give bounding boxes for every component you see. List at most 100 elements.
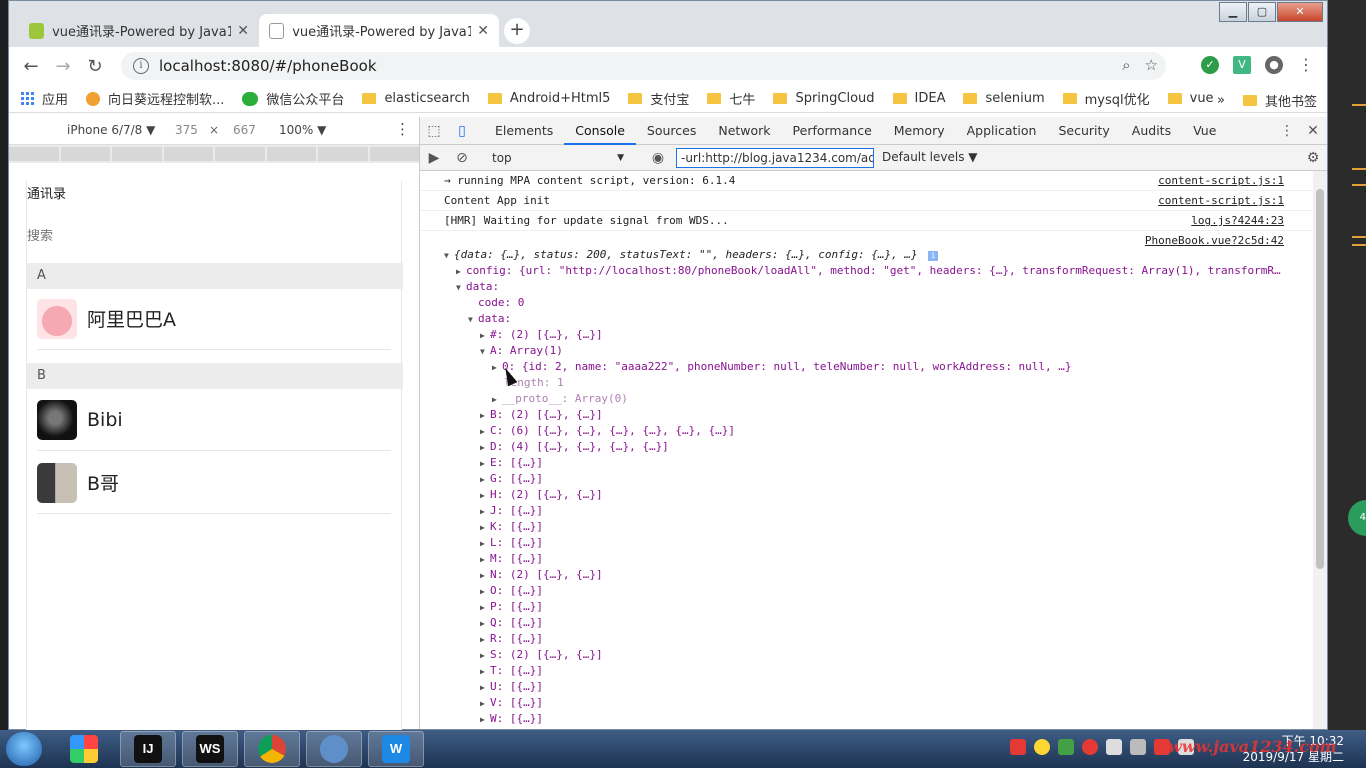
settings-gear-icon[interactable]: ⚙ bbox=[1299, 150, 1327, 166]
tab-elements[interactable]: Elements bbox=[484, 117, 564, 145]
tab-memory[interactable]: Memory bbox=[883, 117, 956, 145]
device-model-select[interactable]: iPhone 6/7/8 ▼ bbox=[67, 123, 155, 137]
bookmark-folder[interactable]: mysql优化 bbox=[1062, 89, 1150, 108]
antivirus-icon[interactable] bbox=[1082, 739, 1098, 755]
clear-console-icon[interactable]: ⊘ bbox=[448, 150, 476, 166]
display-icon[interactable] bbox=[1130, 739, 1146, 755]
tab-vue[interactable]: Vue bbox=[1182, 117, 1227, 145]
device-height[interactable]: 667 bbox=[233, 123, 256, 137]
object-letter-group[interactable]: ▶ M: [{…}] bbox=[480, 551, 543, 567]
zoom-select[interactable]: 100% ▼ bbox=[279, 123, 326, 137]
taskbar-app-webstorm[interactable]: WS bbox=[182, 731, 238, 767]
context-select[interactable]: top ▼ bbox=[492, 148, 624, 168]
bookmark-apps[interactable]: 应用 bbox=[21, 89, 68, 108]
browser-tab-1[interactable]: vue通讯录-Powered by Java12 ✕ bbox=[19, 14, 259, 47]
close-tab-icon[interactable]: ✕ bbox=[237, 23, 249, 39]
start-button[interactable] bbox=[6, 732, 42, 766]
object-letter-group[interactable]: ▶ W: [{…}] bbox=[480, 711, 543, 727]
contact-item[interactable]: Bibi bbox=[37, 389, 391, 451]
reload-icon[interactable]: ↻ bbox=[79, 56, 111, 77]
bookmark-item[interactable]: 向日葵远程控制软... bbox=[86, 89, 224, 108]
device-toggle-icon[interactable]: ▯ bbox=[448, 123, 476, 139]
tab-audits[interactable]: Audits bbox=[1121, 117, 1182, 145]
bookmark-folder[interactable]: vue bbox=[1167, 91, 1214, 106]
object-a-proto[interactable]: ▶ __proto__: Array(0) bbox=[492, 391, 628, 407]
contact-item[interactable]: 阿里巴巴A bbox=[37, 288, 391, 350]
network-icon[interactable] bbox=[1106, 739, 1122, 755]
object-letter-group[interactable]: ▶ S: (2) [{…}, {…}] bbox=[480, 647, 603, 663]
object-key-a[interactable]: ▼ A: Array(1) bbox=[480, 343, 563, 359]
object-letter-group[interactable]: ▶ O: [{…}] bbox=[480, 583, 543, 599]
taskbar-app-dolphin[interactable] bbox=[306, 731, 362, 767]
profile-avatar-icon[interactable]: ● bbox=[1265, 56, 1283, 74]
object-letter-group[interactable]: ▶ C: (6) [{…}, {…}, {…}, {…}, {…}, {…}] bbox=[480, 423, 735, 439]
object-a-0[interactable]: ▶ 0: {id: 2, name: "aaaa222", phoneNumber… bbox=[492, 359, 1072, 375]
source-link[interactable]: log.js?4244:23 bbox=[1191, 211, 1284, 231]
object-letter-group[interactable]: ▶ Q: [{…}] bbox=[480, 615, 543, 631]
bookmark-folder[interactable]: IDEA bbox=[892, 91, 945, 106]
other-bookmarks[interactable]: 其他书签 bbox=[1265, 91, 1317, 110]
bookmark-folder[interactable]: elasticsearch bbox=[362, 91, 470, 106]
object-letter-group[interactable]: ▶ V: [{…}] bbox=[480, 695, 543, 711]
tab-security[interactable]: Security bbox=[1047, 117, 1120, 145]
inspect-element-icon[interactable]: ⬚ bbox=[420, 123, 448, 139]
source-link[interactable]: content-script.js:1 bbox=[1158, 171, 1284, 191]
source-link[interactable]: content-script.js:1 bbox=[1158, 191, 1284, 211]
log-levels-select[interactable]: Default levels ▼ bbox=[882, 150, 978, 164]
tab-application[interactable]: Application bbox=[956, 117, 1048, 145]
vue-devtools-icon[interactable]: V bbox=[1233, 56, 1251, 74]
browser-tab-2[interactable]: vue通讯录-Powered by Java12 ✕ bbox=[259, 14, 499, 47]
sidebar-toggle-icon[interactable]: ▶ bbox=[420, 150, 448, 166]
console-filter-input[interactable] bbox=[676, 148, 874, 168]
object-letter-group[interactable]: ▶ P: [{…}] bbox=[480, 599, 543, 615]
close-devtools-icon[interactable]: ✕ bbox=[1299, 123, 1327, 139]
device-menu-icon[interactable]: ⋮ bbox=[395, 120, 410, 138]
address-bar[interactable]: i localhost:8080/#/phoneBook ⌕ ☆ bbox=[121, 52, 1166, 80]
maximize-button[interactable]: ▢ bbox=[1248, 2, 1276, 22]
taskbar-app-colorful[interactable] bbox=[56, 731, 112, 767]
bookmark-item[interactable]: 微信公众平台 bbox=[242, 89, 344, 108]
object-inner-data[interactable]: ▼ data: bbox=[468, 311, 511, 327]
object-letter-group[interactable]: ▶ B: (2) [{…}, {…}] bbox=[480, 407, 603, 423]
tab-network[interactable]: Network bbox=[707, 117, 781, 145]
object-letter-group[interactable]: ▶ G: [{…}] bbox=[480, 471, 543, 487]
eye-icon[interactable]: ◉ bbox=[644, 150, 672, 166]
object-letter-group[interactable]: ▶ E: [{…}] bbox=[480, 455, 543, 471]
bookmark-folder[interactable]: 七牛 bbox=[707, 89, 755, 108]
source-link[interactable]: PhoneBook.vue?2c5d:42 bbox=[1145, 231, 1284, 251]
devtools-menu-icon[interactable]: ⋮ bbox=[1273, 123, 1301, 139]
object-root[interactable]: ▼ {data: {…}, status: 200, statusText: ""… bbox=[444, 247, 939, 263]
bookmark-star-icon[interactable]: ☆ bbox=[1145, 56, 1158, 74]
object-config[interactable]: ▶ config: {url: "http://localhost:80/phon… bbox=[456, 263, 1281, 279]
sogou-icon[interactable] bbox=[1010, 739, 1026, 755]
device-width[interactable]: 375 bbox=[175, 123, 198, 137]
search-input[interactable] bbox=[27, 229, 327, 244]
object-letter-group[interactable]: ▶ D: (4) [{…}, {…}, {…}, {…}] bbox=[480, 439, 669, 455]
object-letter-group[interactable]: ▶ K: [{…}] bbox=[480, 519, 543, 535]
taskbar-app-chrome[interactable] bbox=[244, 731, 300, 767]
bookmark-folder[interactable]: selenium bbox=[963, 91, 1045, 106]
object-letter-group[interactable]: ▶ T: [{…}] bbox=[480, 663, 543, 679]
bookmark-folder[interactable]: SpringCloud bbox=[773, 91, 875, 106]
object-letter-group[interactable]: ▶ H: (2) [{…}, {…}] bbox=[480, 487, 603, 503]
site-info-icon[interactable]: i bbox=[133, 58, 149, 74]
contact-item[interactable]: B哥 bbox=[37, 452, 391, 514]
menu-dots-icon[interactable]: ⋮ bbox=[1297, 56, 1315, 74]
tab-sources[interactable]: Sources bbox=[636, 117, 707, 145]
taskbar-app-intellij[interactable]: IJ bbox=[120, 731, 176, 767]
minimize-button[interactable]: ▁ bbox=[1219, 2, 1247, 22]
bookmarks-more-button[interactable]: » bbox=[1217, 93, 1225, 108]
object-letter-group[interactable]: ▶ R: [{…}] bbox=[480, 631, 543, 647]
shield-extension-icon[interactable]: ✓ bbox=[1201, 56, 1219, 74]
shield-icon[interactable] bbox=[1058, 739, 1074, 755]
object-letter-group[interactable]: ▶ L: [{…}] bbox=[480, 535, 543, 551]
scroll-thumb[interactable] bbox=[1316, 189, 1324, 569]
bookmark-folder[interactable]: 支付宝 bbox=[628, 89, 689, 108]
object-data[interactable]: ▼ data: bbox=[456, 279, 499, 295]
close-tab-icon[interactable]: ✕ bbox=[477, 23, 489, 39]
object-letter-group[interactable]: ▶ J: [{…}] bbox=[480, 503, 543, 519]
console-scrollbar[interactable] bbox=[1313, 171, 1327, 729]
new-tab-button[interactable]: + bbox=[504, 18, 530, 44]
object-letter-group[interactable]: ▶ U: [{…}] bbox=[480, 679, 543, 695]
tab-performance[interactable]: Performance bbox=[782, 117, 883, 145]
